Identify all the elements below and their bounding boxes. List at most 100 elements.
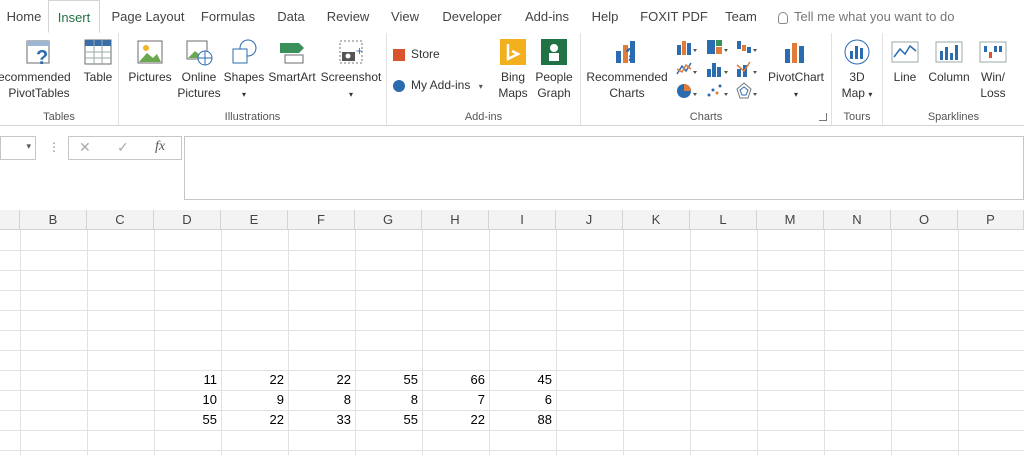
formula-buttons: ✕ ✓ fx: [68, 136, 182, 160]
group-add-ins: Store My Add-ins ▾ Bing Maps People Grap…: [387, 33, 581, 125]
column-gridline: [20, 230, 21, 455]
group-tours: 3D Map ▾ Tours: [832, 33, 883, 125]
column-header[interactable]: B: [20, 210, 87, 230]
table-button[interactable]: Table: [80, 37, 116, 85]
cell[interactable]: 6: [489, 392, 556, 407]
svg-text:+: +: [356, 44, 363, 58]
insert-column-chart-button[interactable]: [675, 37, 699, 57]
tab-team[interactable]: Team: [720, 0, 762, 33]
tab-developer[interactable]: Developer: [436, 0, 508, 33]
column-header[interactable]: O: [891, 210, 958, 230]
column-header[interactable]: G: [355, 210, 422, 230]
tab-home[interactable]: Home: [0, 0, 48, 33]
3d-map-button[interactable]: 3D Map ▾: [836, 37, 878, 103]
cell[interactable]: 22: [221, 412, 288, 427]
tab-insert[interactable]: Insert: [48, 0, 100, 33]
tab-data[interactable]: Data: [268, 0, 314, 33]
cell[interactable]: 33: [288, 412, 355, 427]
cell[interactable]: 55: [355, 372, 422, 387]
name-box[interactable]: ▾: [0, 136, 36, 160]
pivotchart-button[interactable]: PivotChart ▾: [765, 37, 827, 103]
column-header[interactable]: I: [489, 210, 556, 230]
line-chart-icon: [676, 62, 697, 75]
column-header[interactable]: M: [757, 210, 824, 230]
tell-me-search[interactable]: Tell me what you want to do: [778, 0, 954, 33]
tab-add-ins[interactable]: Add-ins: [516, 0, 578, 33]
insert-pie-chart-button[interactable]: [675, 81, 699, 101]
cell[interactable]: 45: [489, 372, 556, 387]
cell[interactable]: 55: [355, 412, 422, 427]
pictures-button[interactable]: Pictures: [125, 37, 175, 85]
column-header[interactable]: J: [556, 210, 623, 230]
insert-line-chart-button[interactable]: [675, 59, 699, 79]
group-sparklines: Line Column Win/ Loss Sparklines: [883, 33, 1024, 125]
cell[interactable]: 7: [422, 392, 489, 407]
3d-map-icon: [844, 39, 870, 65]
tab-view[interactable]: View: [384, 0, 426, 33]
select-all-corner[interactable]: [0, 210, 20, 230]
insert-scatter-chart-button[interactable]: [705, 81, 729, 101]
cell[interactable]: 11: [154, 372, 221, 387]
dialog-launcher-icon[interactable]: [819, 113, 827, 121]
column-header[interactable]: F: [288, 210, 355, 230]
people-graph-button[interactable]: People Graph: [533, 37, 575, 101]
cell[interactable]: 9: [221, 392, 288, 407]
tab-review[interactable]: Review: [320, 0, 376, 33]
cell[interactable]: 8: [355, 392, 422, 407]
shapes-button[interactable]: Shapes ▾: [223, 37, 265, 103]
group-illustrations: Pictures Online Pictures Shapes ▾ SmartA…: [119, 33, 387, 125]
bing-maps-button[interactable]: Bing Maps: [495, 37, 531, 101]
worksheet-grid[interactable]: B C D E F G H I J K L M N O P 11 22 22 5…: [0, 210, 1024, 455]
lightbulb-icon: [778, 11, 788, 24]
cell[interactable]: 22: [422, 412, 489, 427]
table-icon: [84, 39, 112, 65]
sparkline-line-button[interactable]: Line: [885, 37, 925, 85]
tab-formulas[interactable]: Formulas: [194, 0, 262, 33]
cell[interactable]: 88: [489, 412, 556, 427]
ribbon-tab-bar: Home Insert Page Layout Formulas Data Re…: [0, 0, 1024, 34]
recommended-pivottables-button[interactable]: ? Recommended PivotTables: [0, 37, 78, 101]
sparkline-win-loss-button[interactable]: Win/ Loss: [975, 37, 1011, 101]
column-header[interactable]: K: [623, 210, 690, 230]
column-gridline: [958, 230, 959, 455]
sparkline-column-button[interactable]: Column: [925, 37, 973, 85]
column-header[interactable]: N: [824, 210, 891, 230]
cell[interactable]: 22: [288, 372, 355, 387]
tab-page-layout[interactable]: Page Layout: [104, 0, 192, 33]
column-header[interactable]: P: [958, 210, 1024, 230]
column-header[interactable]: L: [690, 210, 757, 230]
column-header[interactable]: E: [221, 210, 288, 230]
smartart-button[interactable]: SmartArt: [265, 37, 319, 85]
formula-bar-grip-icon[interactable]: ⋮: [48, 140, 60, 154]
online-pictures-button[interactable]: Online Pictures: [175, 37, 223, 101]
screenshot-button[interactable]: + Screenshot ▾: [319, 37, 383, 103]
recommended-charts-button[interactable]: ? Recommended Charts: [583, 37, 671, 101]
my-add-ins-button[interactable]: My Add-ins ▾: [393, 74, 483, 96]
insert-radar-chart-button[interactable]: [735, 81, 759, 101]
cell[interactable]: 66: [422, 372, 489, 387]
insert-function-button[interactable]: fx: [155, 139, 165, 155]
insert-combo-chart-button[interactable]: [735, 59, 759, 79]
store-button[interactable]: Store: [393, 43, 440, 65]
scatter-chart-icon: [707, 84, 728, 97]
insert-waterfall-chart-button[interactable]: [735, 37, 759, 57]
sparkline-win-loss-icon: [979, 41, 1007, 63]
cell[interactable]: 8: [288, 392, 355, 407]
column-chart-icon: [677, 41, 697, 55]
cell[interactable]: 55: [154, 412, 221, 427]
cancel-icon[interactable]: ✕: [79, 139, 91, 156]
column-gridline: [824, 230, 825, 455]
column-header[interactable]: C: [87, 210, 154, 230]
enter-icon[interactable]: ✓: [117, 139, 129, 156]
column-header[interactable]: D: [154, 210, 221, 230]
formula-input[interactable]: [184, 136, 1024, 200]
group-label-illustrations: Illustrations: [224, 111, 281, 123]
tab-foxit-pdf[interactable]: FOXIT PDF: [636, 0, 712, 33]
pictures-icon: [137, 40, 163, 64]
insert-hierarchy-chart-button[interactable]: [705, 37, 729, 57]
column-header[interactable]: H: [422, 210, 489, 230]
cell[interactable]: 10: [154, 392, 221, 407]
cell[interactable]: 22: [221, 372, 288, 387]
insert-statistic-chart-button[interactable]: [705, 59, 729, 79]
tab-help[interactable]: Help: [586, 0, 624, 33]
